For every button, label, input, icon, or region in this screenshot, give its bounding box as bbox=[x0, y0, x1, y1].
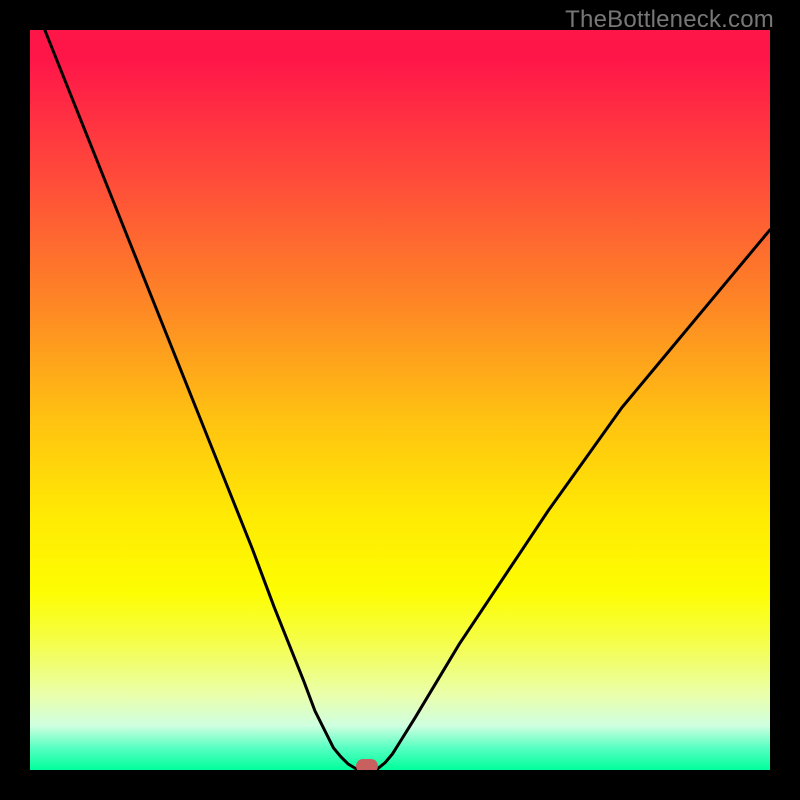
bottleneck-curve bbox=[30, 30, 770, 770]
optimum-marker bbox=[356, 759, 378, 770]
chart-outer-frame: TheBottleneck.com bbox=[0, 0, 800, 800]
curve-right-branch bbox=[378, 230, 770, 769]
plot-area bbox=[30, 30, 770, 770]
curve-left-branch bbox=[45, 30, 356, 769]
